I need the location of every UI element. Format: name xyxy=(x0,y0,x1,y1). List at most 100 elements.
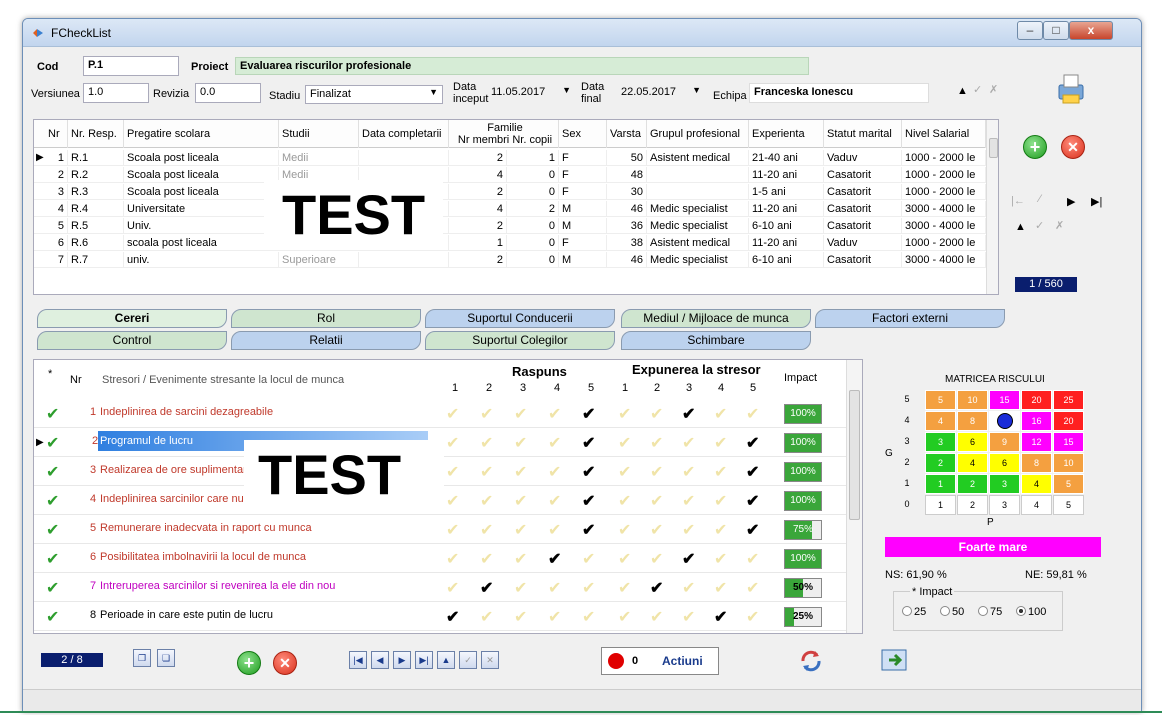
refresh-icon[interactable] xyxy=(797,647,825,675)
list-item[interactable]: ✔ 1 Indeplinirea de sarcini dezagreabile ✔ ✔… xyxy=(34,400,862,428)
expunere-option-5[interactable]: ✔ xyxy=(746,578,759,598)
post-record-icon[interactable]: ✓ xyxy=(459,651,477,669)
next-record-icon[interactable]: ▶ xyxy=(393,651,411,669)
data-final-select[interactable]: 22.05.2017 ▼ xyxy=(617,84,705,104)
close-button[interactable]: x xyxy=(1069,21,1113,40)
raspuns-option-1[interactable]: ✔ xyxy=(446,520,459,540)
nav-last-icon[interactable]: ▶| xyxy=(1091,195,1102,208)
nav-up-icon[interactable]: ▲ xyxy=(1015,221,1026,233)
stadiu-select[interactable]: Finalizat ▼ xyxy=(305,85,443,104)
raspuns-option-1[interactable]: ✔ xyxy=(446,433,459,453)
raspuns-option-2[interactable]: ✔ xyxy=(480,433,493,453)
raspuns-option-2[interactable]: ✔ xyxy=(480,462,493,482)
expunere-option-2[interactable]: ✔ xyxy=(650,433,663,453)
raspuns-option-2[interactable]: ✔ xyxy=(480,607,493,627)
minimize-button[interactable]: – xyxy=(1017,21,1043,40)
table-row[interactable]: 6R.6scoala post licealaMedii10F38Asisten… xyxy=(34,235,998,251)
expunere-option-1[interactable]: ✔ xyxy=(618,578,631,598)
expunere-option-4[interactable]: ✔ xyxy=(714,491,727,511)
raspuns-option-5[interactable]: ✔ xyxy=(582,433,595,453)
raspuns-option-3[interactable]: ✔ xyxy=(514,607,527,627)
impact-radio-50[interactable]: 50 xyxy=(940,606,964,618)
raspuns-option-3[interactable]: ✔ xyxy=(514,520,527,540)
expunere-option-3[interactable]: ✔ xyxy=(682,607,695,627)
expunere-option-3[interactable]: ✔ xyxy=(682,491,695,511)
cancel-icon[interactable]: ✗ xyxy=(989,83,998,96)
raspuns-option-1[interactable]: ✔ xyxy=(446,578,459,598)
raspuns-option-1[interactable]: ✔ xyxy=(446,607,459,627)
raspuns-option-4[interactable]: ✔ xyxy=(548,433,561,453)
expunere-option-3[interactable]: ✔ xyxy=(682,433,695,453)
raspuns-option-4[interactable]: ✔ xyxy=(548,578,561,598)
expunere-option-4[interactable]: ✔ xyxy=(714,549,727,569)
expunere-option-3[interactable]: ✔ xyxy=(682,578,695,598)
raspuns-option-5[interactable]: ✔ xyxy=(582,491,595,511)
table-row[interactable]: 7 R.7 univ. Superioare 2 0 M 46 Medic specialist… xyxy=(34,252,998,268)
nav-first-icon[interactable]: |← xyxy=(1011,195,1025,207)
last-record-icon[interactable]: ▶| xyxy=(415,651,433,669)
echipa-field[interactable]: Franceska Ionescu xyxy=(749,83,929,103)
cancel-icon[interactable]: ✗ xyxy=(1055,219,1064,232)
raspuns-option-1[interactable]: ✔ xyxy=(446,462,459,482)
expunere-option-3[interactable]: ✔ xyxy=(682,549,695,569)
add-stressor-button[interactable]: + xyxy=(237,651,261,675)
raspuns-option-3[interactable]: ✔ xyxy=(514,404,527,424)
scroll-thumb[interactable] xyxy=(989,138,998,158)
expunere-option-1[interactable]: ✔ xyxy=(618,462,631,482)
raspuns-option-4[interactable]: ✔ xyxy=(548,549,561,569)
copy-icon[interactable]: ❐ xyxy=(133,649,151,667)
raspuns-option-5[interactable]: ✔ xyxy=(582,607,595,627)
raspuns-option-5[interactable]: ✔ xyxy=(582,520,595,540)
add-record-button[interactable]: + xyxy=(1023,135,1047,159)
expunere-option-2[interactable]: ✔ xyxy=(650,491,663,511)
paste-icon[interactable]: ❏ xyxy=(157,649,175,667)
expunere-option-3[interactable]: ✔ xyxy=(682,462,695,482)
expunere-option-5[interactable]: ✔ xyxy=(746,433,759,453)
raspuns-option-2[interactable]: ✔ xyxy=(480,404,493,424)
list-item[interactable]: ✔ 6 Posibilitatea imbolnavirii la locul de… xyxy=(34,545,862,573)
grid2-scrollbar[interactable] xyxy=(846,360,862,633)
raspuns-option-3[interactable]: ✔ xyxy=(514,578,527,598)
delete-stressor-button[interactable]: ✕ xyxy=(273,651,297,675)
first-record-icon[interactable]: |◀ xyxy=(349,651,367,669)
prev-record-icon[interactable]: ◀ xyxy=(371,651,389,669)
tab-factori-externi[interactable]: Factori externi xyxy=(815,309,1005,328)
expunere-option-1[interactable]: ✔ xyxy=(618,404,631,424)
raspuns-option-1[interactable]: ✔ xyxy=(446,549,459,569)
impact-radio-25[interactable]: 25 xyxy=(902,606,926,618)
expunere-option-5[interactable]: ✔ xyxy=(746,491,759,511)
nav-up-icon[interactable]: ▲ xyxy=(957,85,968,97)
cod-field[interactable]: P.1 xyxy=(83,56,179,76)
impact-radio-75[interactable]: 75 xyxy=(978,606,1002,618)
raspuns-option-5[interactable]: ✔ xyxy=(582,578,595,598)
raspuns-option-4[interactable]: ✔ xyxy=(548,607,561,627)
maximize-button[interactable]: □ xyxy=(1043,21,1069,40)
tab-mediul-mijloace-de-munca[interactable]: Mediul / Mijloace de munca xyxy=(621,309,811,328)
expunere-option-2[interactable]: ✔ xyxy=(650,520,663,540)
actiuni-button[interactable]: 0 Actiuni xyxy=(601,647,719,675)
cancel-record-icon[interactable]: ✕ xyxy=(481,651,499,669)
list-item[interactable]: ✔ 7 Intreruperea sarcinilor si revenirea l… xyxy=(34,574,862,602)
expunere-option-5[interactable]: ✔ xyxy=(746,462,759,482)
expunere-option-5[interactable]: ✔ xyxy=(746,404,759,424)
expunere-option-4[interactable]: ✔ xyxy=(714,520,727,540)
table-row[interactable]: ▶ 1 R.1 Scoala post liceala Medii 2 1 F 50 Asiste… xyxy=(34,150,998,166)
proiect-field[interactable]: Evaluarea riscurilor profesionale xyxy=(235,57,809,75)
tab-cereri[interactable]: Cereri xyxy=(37,309,227,328)
raspuns-option-2[interactable]: ✔ xyxy=(480,520,493,540)
list-item[interactable]: ✔ 5 Remunerare inadecvata in raport cu mun… xyxy=(34,516,862,544)
scroll-thumb[interactable] xyxy=(849,390,860,520)
raspuns-option-2[interactable]: ✔ xyxy=(480,491,493,511)
raspuns-option-5[interactable]: ✔ xyxy=(582,549,595,569)
table-row[interactable]: 2 R.2 Scoala post liceala Medii 4 0 F 48 11-20 a… xyxy=(34,167,998,183)
raspuns-option-1[interactable]: ✔ xyxy=(446,491,459,511)
nav-next-icon[interactable]: ▶ xyxy=(1067,195,1075,208)
expunere-option-5[interactable]: ✔ xyxy=(746,607,759,627)
tab-rol[interactable]: Rol xyxy=(231,309,421,328)
tab-suportul-conducerii[interactable]: Suportul Conducerii xyxy=(425,309,615,328)
tab-relatii[interactable]: Relatii xyxy=(231,331,421,350)
raspuns-option-2[interactable]: ✔ xyxy=(480,549,493,569)
expunere-option-5[interactable]: ✔ xyxy=(746,520,759,540)
delete-record-button[interactable]: ✕ xyxy=(1061,135,1085,159)
nav-prev-icon[interactable]: ⁄ xyxy=(1039,193,1041,205)
